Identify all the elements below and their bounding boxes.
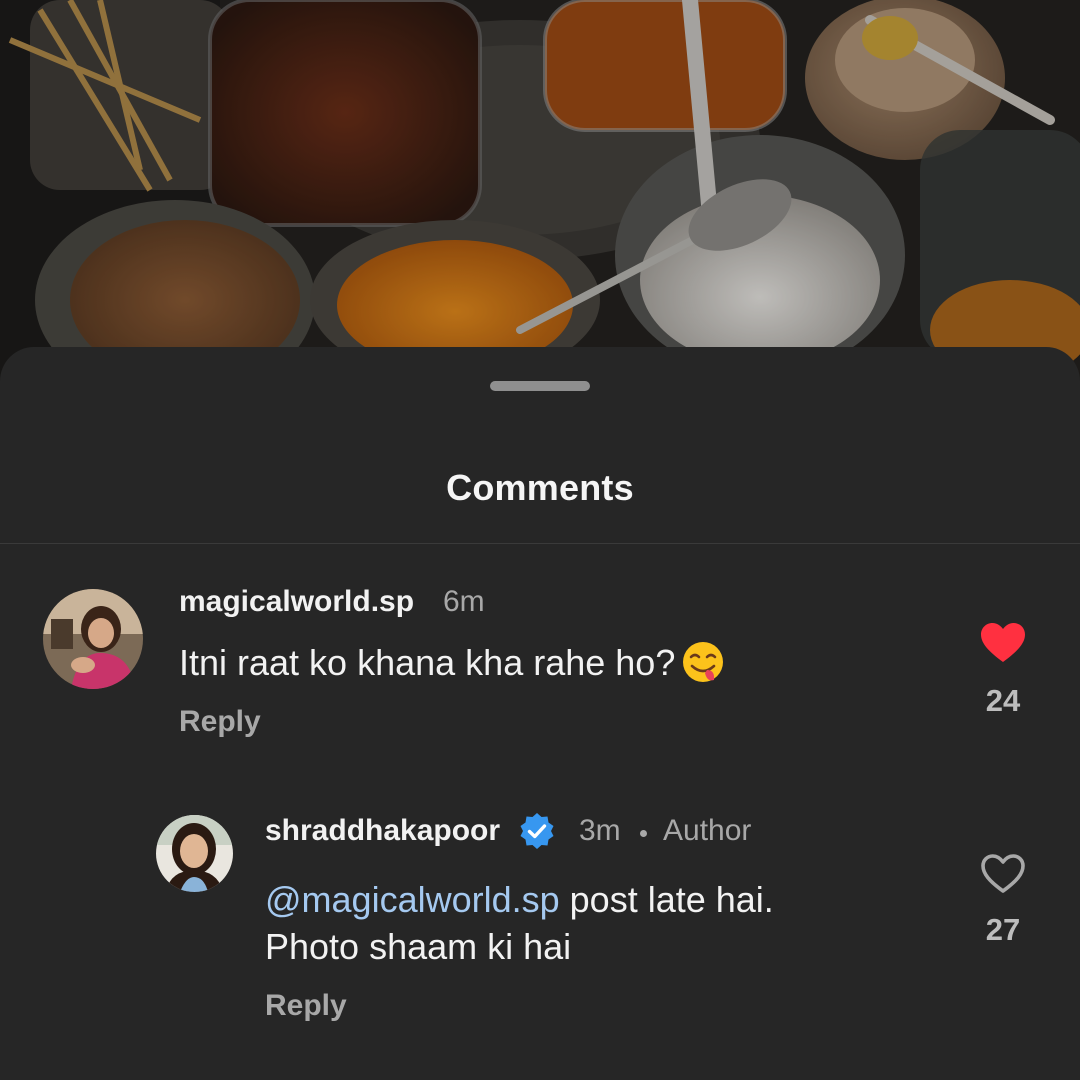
- avatar[interactable]: [156, 815, 233, 892]
- reply-text: @magicalworld.sp post late hai.: [265, 877, 774, 923]
- reply-item: shraddhakapoor 3m Author @magicalworld.s…: [0, 347, 1080, 1080]
- heart-outline-icon[interactable]: [980, 853, 1026, 895]
- reply-text-line2: Photo shaam ki hai: [265, 926, 572, 967]
- reply-timestamp: 3m: [579, 814, 621, 847]
- reply-text-line2-row: Photo shaam ki hai: [265, 924, 571, 970]
- verified-badge-icon: [520, 813, 554, 849]
- post-photo-background: [0, 0, 1080, 380]
- like-count: 27: [985, 912, 1021, 947]
- meta-separator: [640, 830, 647, 837]
- food-jars-image: [0, 0, 1080, 380]
- reply-username[interactable]: shraddhakapoor: [265, 814, 500, 848]
- mention-link[interactable]: @magicalworld.sp: [265, 879, 560, 920]
- author-badge: Author: [663, 814, 752, 847]
- comments-sheet: Comments magicalworld.sp 6m Itni raat ko…: [0, 347, 1080, 1080]
- reply-text-line1: post late hai.: [559, 879, 774, 920]
- user-photo-icon: [156, 815, 233, 892]
- reply-button[interactable]: Reply: [265, 989, 347, 1023]
